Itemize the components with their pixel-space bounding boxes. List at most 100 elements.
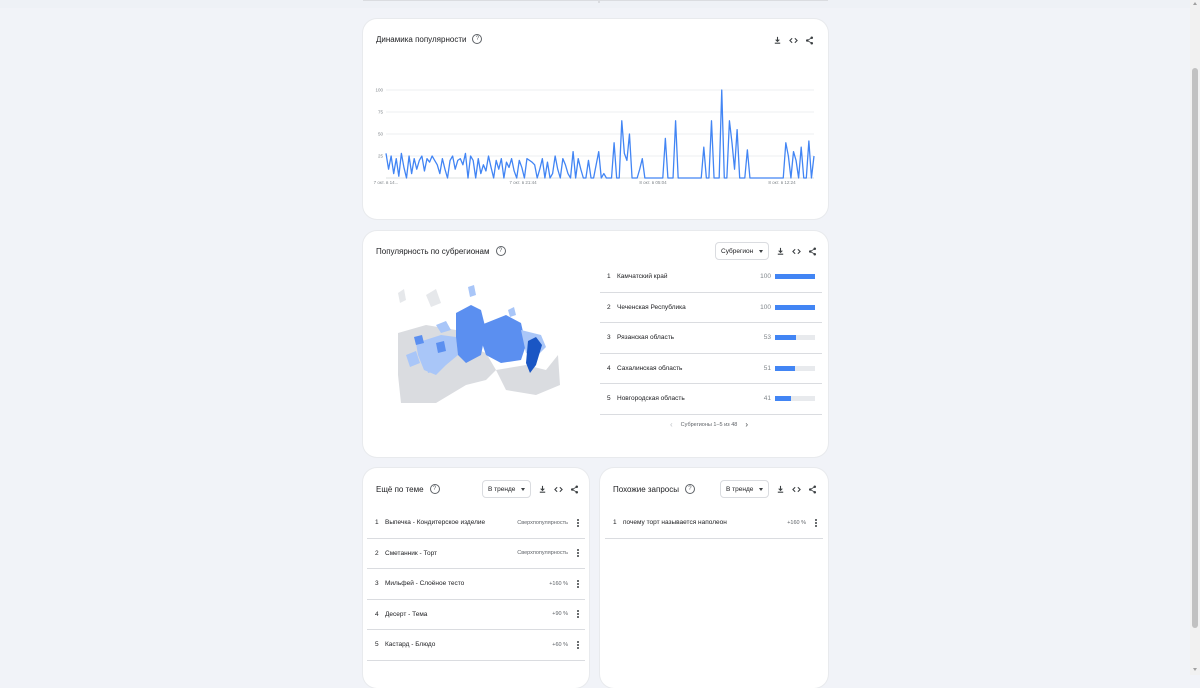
query-row[interactable]: 1 Выпечка - Кондитерское изделие Сверхпопу… xyxy=(367,508,585,539)
related-queries-title: Похожие запросы ? xyxy=(613,484,695,494)
related-queries-card xyxy=(600,468,828,688)
subregion-name[interactable]: Камчатский край xyxy=(617,273,741,280)
chevron-left-icon[interactable]: ‹ xyxy=(670,420,673,429)
subregion-bar-fill xyxy=(775,396,792,402)
top-strip xyxy=(0,0,1200,8)
download-icon[interactable] xyxy=(775,484,785,494)
subregion-dropdown[interactable]: Субрегион xyxy=(715,242,770,260)
more-vert-icon[interactable] xyxy=(812,518,820,527)
map-region-light[interactable] xyxy=(468,285,476,297)
download-icon[interactable] xyxy=(775,246,785,256)
x-tick-label: 7 окт. в 14... xyxy=(374,180,399,185)
row-rank: 1 xyxy=(607,273,611,281)
caret-down-icon xyxy=(759,487,764,491)
subregion-value: 100 xyxy=(760,303,771,311)
subregion-row[interactable]: 5 Новгородская область 41 xyxy=(600,384,822,415)
subregion-name[interactable]: Сахалинская область xyxy=(617,365,741,372)
subregion-name[interactable]: Чеченская Республика xyxy=(617,304,741,311)
related-queries-dropdown[interactable]: В тренде xyxy=(720,480,770,498)
embed-icon[interactable] xyxy=(791,484,801,494)
subregion-row[interactable]: 2 Чеченская Республика 100 xyxy=(600,293,822,323)
chevron-right-icon[interactable]: › xyxy=(745,420,748,429)
subregion-map[interactable] xyxy=(396,285,560,405)
more-vert-icon[interactable] xyxy=(574,640,582,649)
more-vert-icon[interactable] xyxy=(574,610,582,619)
row-rank: 4 xyxy=(607,364,611,372)
interest-over-time-chart[interactable]: 100 75 50 25 7 окт. в 14... 7 окт. в 21:44 8 о… xyxy=(372,82,818,192)
row-rank: 3 xyxy=(375,580,379,588)
help-icon[interactable]: ? xyxy=(429,484,440,494)
subregion-title: Популярность по субрегионам ? xyxy=(376,246,506,256)
related-topics-title-text: Ещё по теме xyxy=(376,484,424,494)
query-value: +160 % xyxy=(787,519,806,526)
query-row[interactable]: 2 Сметанник - Торт Сверхпопулярность xyxy=(367,539,585,569)
y-tick-label: 25 xyxy=(378,154,384,159)
query-row[interactable]: 3 Мильфей - Слоёное тесто +160 % xyxy=(367,569,585,600)
query-name[interactable]: Кастард - Блюдо xyxy=(385,641,552,648)
map-region-empty[interactable] xyxy=(398,289,406,303)
query-name[interactable]: Выпечка - Кондитерское изделие xyxy=(385,519,517,526)
more-vert-icon[interactable] xyxy=(574,518,582,527)
subregion-bar xyxy=(775,396,815,402)
help-icon[interactable]: ? xyxy=(684,484,695,494)
related-topics-dropdown-label: В тренде xyxy=(488,485,516,493)
share-icon[interactable] xyxy=(569,484,579,494)
row-rank: 5 xyxy=(375,641,379,649)
query-name[interactable]: Десерт - Тема xyxy=(385,611,552,618)
top-divider xyxy=(363,0,828,1)
row-rank: 1 xyxy=(375,519,379,527)
embed-icon[interactable] xyxy=(788,35,798,45)
scrollbar-thumb[interactable] xyxy=(1192,68,1198,628)
interest-over-time-title-text: Динамика популярности xyxy=(376,34,467,44)
scroll-up-icon[interactable] xyxy=(1193,2,1197,5)
subregion-name[interactable]: Рязанская область xyxy=(617,334,741,341)
related-topics-dropdown[interactable]: В тренде xyxy=(482,480,532,498)
map-region-light[interactable] xyxy=(508,307,516,317)
query-row[interactable]: 4 Десерт - Тема +90 % xyxy=(367,600,585,630)
subregion-bar xyxy=(775,365,815,371)
row-rank: 2 xyxy=(607,303,611,311)
y-tick-label: 75 xyxy=(378,110,384,115)
subregion-bar-fill xyxy=(775,365,796,371)
help-icon[interactable]: ? xyxy=(472,34,483,44)
share-icon[interactable] xyxy=(807,484,817,494)
subregion-row[interactable]: 4 Сахалинская область 51 xyxy=(600,354,822,384)
query-name[interactable]: Сметанник - Торт xyxy=(385,550,517,557)
share-icon[interactable] xyxy=(807,246,817,256)
subregion-value: 41 xyxy=(763,395,771,403)
scroll-down-icon[interactable] xyxy=(1193,668,1197,671)
map-region-empty[interactable] xyxy=(426,289,441,307)
query-value: +160 % xyxy=(549,580,568,587)
query-row[interactable]: 1 почему торт называется наполеон +160 % xyxy=(605,508,823,539)
embed-icon[interactable] xyxy=(791,246,801,256)
row-rank: 1 xyxy=(613,519,617,527)
page-scrollbar[interactable] xyxy=(1190,0,1200,675)
query-value: Сверхпопулярность xyxy=(517,519,568,526)
query-name[interactable]: Мильфей - Слоёное тесто xyxy=(385,580,549,587)
share-icon[interactable] xyxy=(804,35,814,45)
download-icon[interactable] xyxy=(537,484,547,494)
interest-over-time-title: Динамика популярности ? xyxy=(376,34,483,44)
download-icon[interactable] xyxy=(772,35,782,45)
pager-label: Субрегионы 1–5 из 48 xyxy=(680,421,738,428)
row-rank: 5 xyxy=(607,395,611,403)
query-name[interactable]: почему торт называется наполеон xyxy=(623,519,787,526)
subregion-row[interactable]: 1 Камчатский край 100 xyxy=(600,262,822,293)
subregion-value: 53 xyxy=(763,334,771,342)
subregion-bar-fill xyxy=(775,274,815,280)
more-vert-icon[interactable] xyxy=(574,579,582,588)
map-region-mid[interactable] xyxy=(481,315,526,363)
top-divider-notch xyxy=(598,0,600,3)
subregion-value: 51 xyxy=(763,364,771,372)
subregion-name[interactable]: Новгородская область xyxy=(617,395,741,402)
subregion-bar xyxy=(775,335,815,341)
x-tick-label: 7 окт. в 21:44 xyxy=(509,180,537,185)
query-row[interactable]: 5 Кастард - Блюдо +60 % xyxy=(367,630,585,661)
subregion-row[interactable]: 3 Рязанская область 53 xyxy=(600,323,822,354)
embed-icon[interactable] xyxy=(553,484,563,494)
subregion-bar-fill xyxy=(775,335,797,341)
help-icon[interactable]: ? xyxy=(495,246,506,256)
map-region-dark[interactable] xyxy=(526,337,542,373)
subregion-value: 100 xyxy=(760,273,771,281)
more-vert-icon[interactable] xyxy=(574,549,582,558)
